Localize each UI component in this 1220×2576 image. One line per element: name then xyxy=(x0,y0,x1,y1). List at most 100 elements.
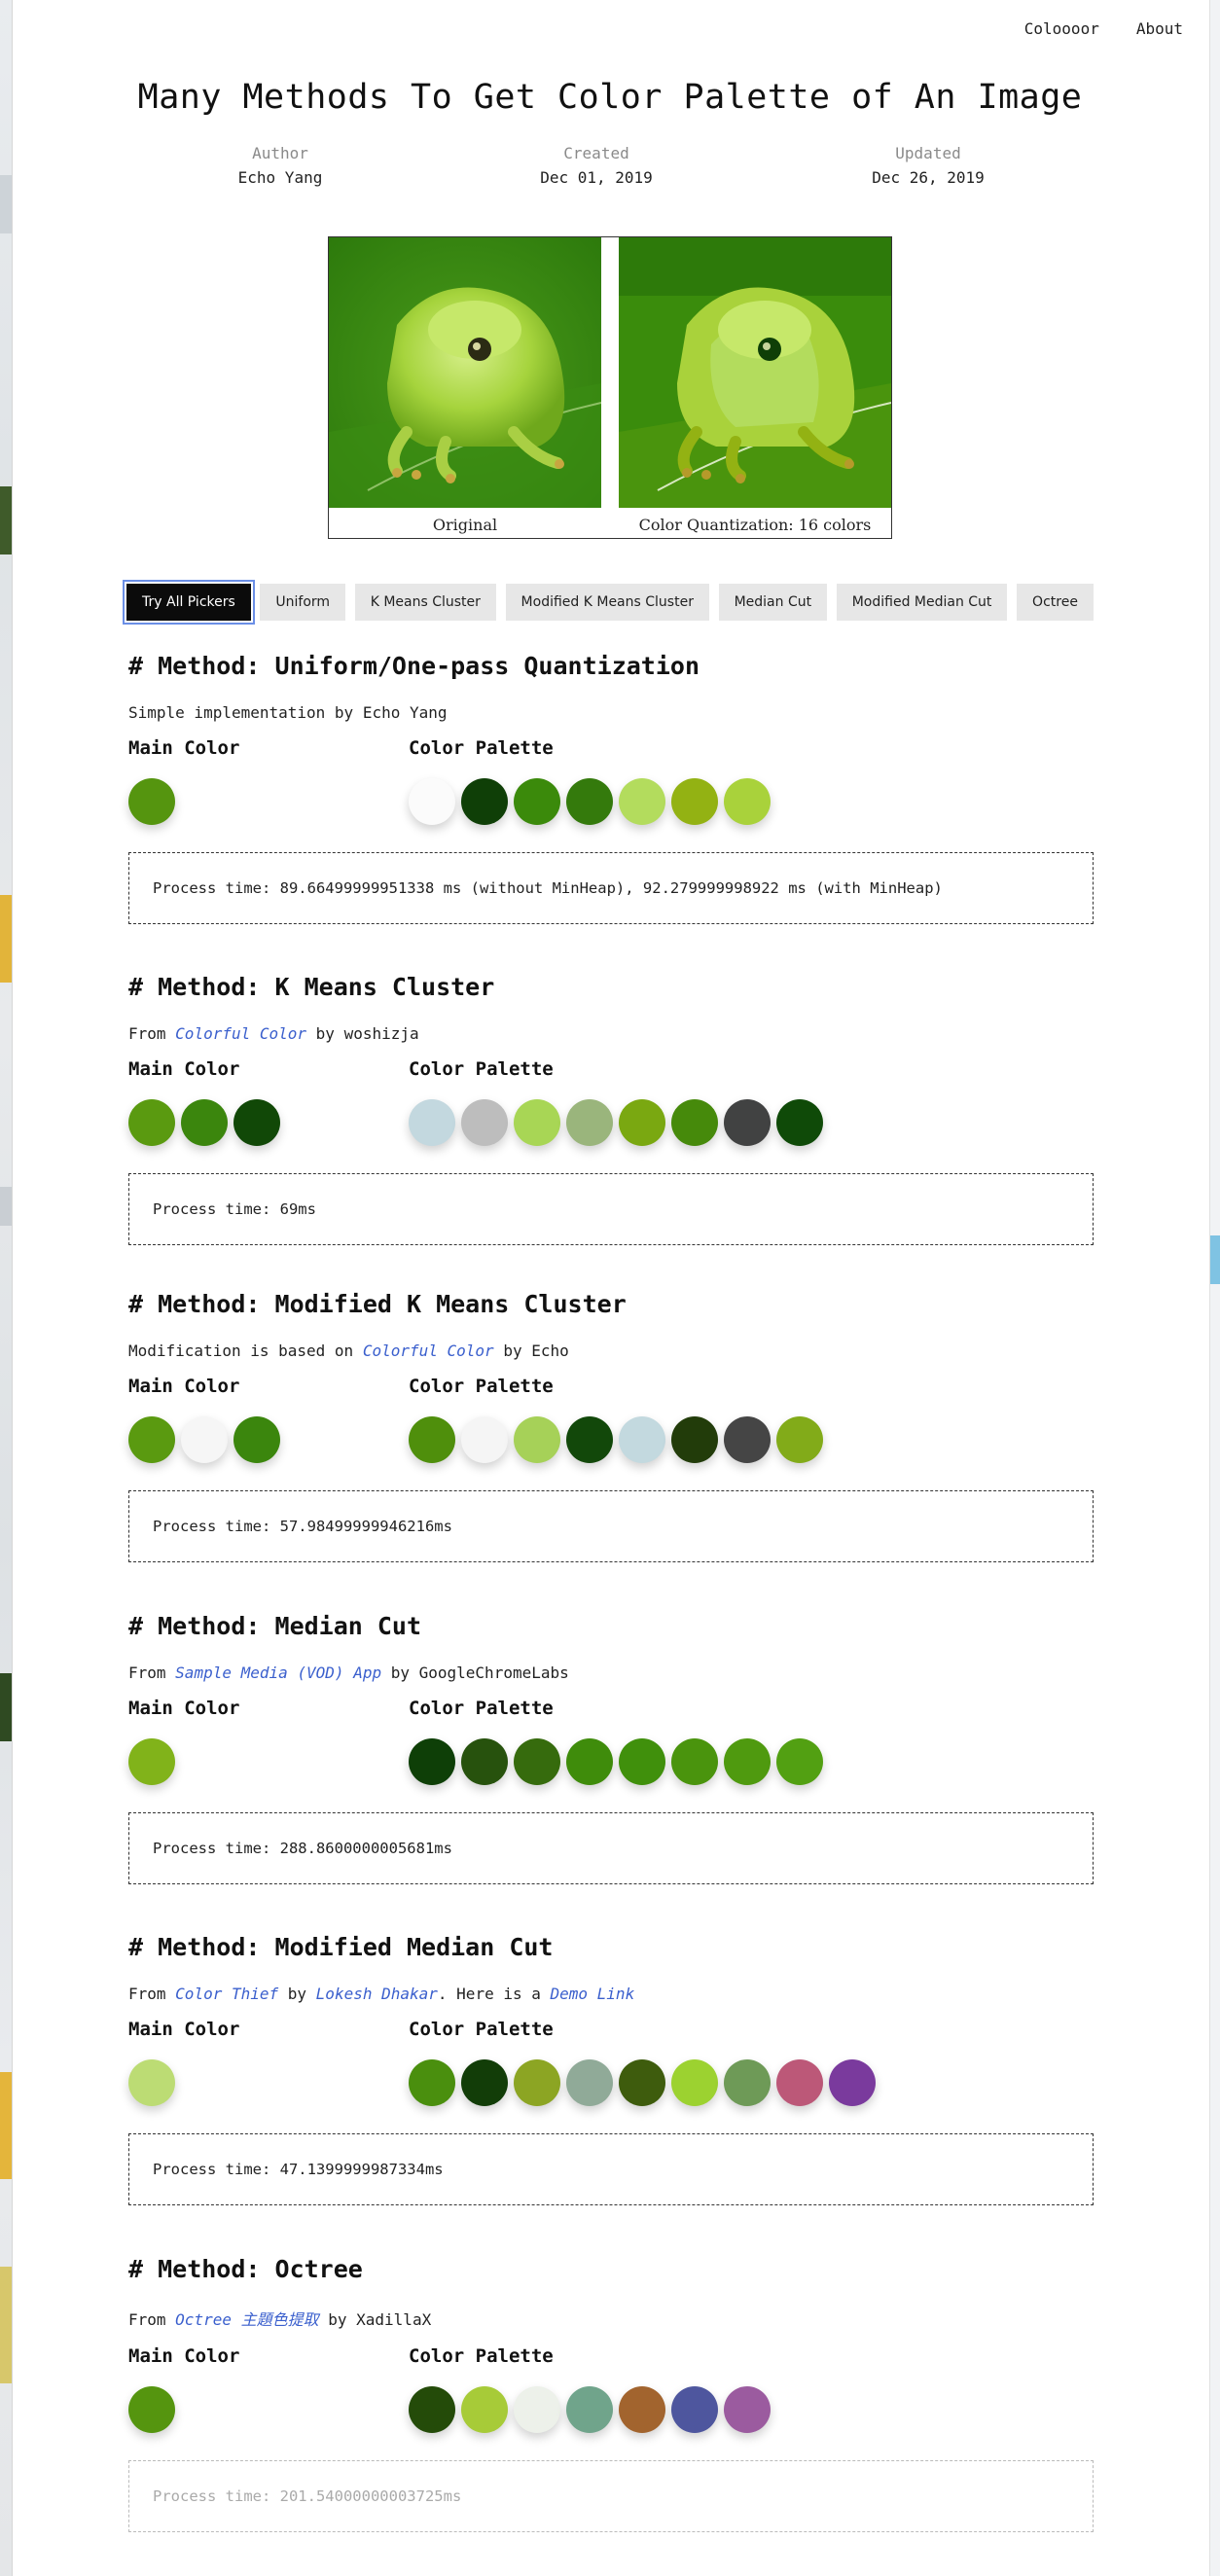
palette-color-swatch[interactable] xyxy=(461,2386,508,2433)
palette-color-swatch[interactable] xyxy=(829,2059,876,2106)
meta-value: Dec 01, 2019 xyxy=(540,168,653,187)
method-source-link[interactable]: Color Thief xyxy=(175,1985,278,2003)
method-source-link[interactable]: Demo Link xyxy=(551,1985,635,2003)
caption-quantized: Color Quantization: 16 colors xyxy=(638,516,872,534)
palette-color-swatch[interactable] xyxy=(566,2059,613,2106)
nav-link-about[interactable]: About xyxy=(1136,19,1183,38)
original-frog-image xyxy=(329,237,601,508)
palette-color-swatch[interactable] xyxy=(514,1738,560,1785)
color-swatches xyxy=(128,1099,1094,1152)
main-color-label: Main Color xyxy=(128,2019,240,2040)
palette-color-swatch[interactable] xyxy=(514,2386,560,2433)
tab-uniform[interactable]: Uniform xyxy=(260,584,346,621)
method-source-link[interactable]: Colorful Color xyxy=(363,1342,494,1360)
main-color-swatch[interactable] xyxy=(233,1099,280,1146)
palette-color-swatch[interactable] xyxy=(671,2059,718,2106)
meta-label: Author xyxy=(252,144,308,162)
color-labels: Main Color Color Palette xyxy=(128,1698,1094,1721)
palette-color-swatch[interactable] xyxy=(724,1416,771,1463)
method-description-text: . Here is a xyxy=(437,1985,551,2003)
palette-color-swatch[interactable] xyxy=(566,778,613,825)
main-color-swatch[interactable] xyxy=(181,1416,228,1463)
main-color-swatch[interactable] xyxy=(128,778,175,825)
main-color-swatch[interactable] xyxy=(128,1416,175,1463)
palette-color-swatch[interactable] xyxy=(566,1738,613,1785)
method-description-text: From xyxy=(128,2310,176,2329)
method-section: # Method: Uniform/One-pass Quantization S… xyxy=(128,652,1094,924)
palette-color-swatch[interactable] xyxy=(514,778,560,825)
palette-color-swatch[interactable] xyxy=(619,2059,665,2106)
main-color-swatch[interactable] xyxy=(128,1738,175,1785)
method-title: # Method: Modified K Means Cluster xyxy=(128,1290,627,1318)
palette-color-swatch[interactable] xyxy=(409,778,455,825)
method-title: # Method: Median Cut xyxy=(128,1612,422,1640)
palette-color-swatch[interactable] xyxy=(566,2386,613,2433)
palette-color-swatch[interactable] xyxy=(461,1099,508,1146)
palette-color-swatch[interactable] xyxy=(724,778,771,825)
palette-color-swatch[interactable] xyxy=(514,2059,560,2106)
palette-color-swatch[interactable] xyxy=(776,1416,823,1463)
palette-color-swatch[interactable] xyxy=(619,1416,665,1463)
tab-modified-median-cut[interactable]: Modified Median Cut xyxy=(836,584,1008,621)
tab-median-cut[interactable]: Median Cut xyxy=(718,584,828,621)
process-time-box: Process time: 57.98499999946216ms xyxy=(128,1490,1094,1562)
palette-color-swatch[interactable] xyxy=(619,1099,665,1146)
main-color-swatch[interactable] xyxy=(128,2386,175,2433)
tab-modified-k-means-cluster[interactable]: Modified K Means Cluster xyxy=(505,584,709,621)
main-color-swatch[interactable] xyxy=(181,1099,228,1146)
palette-color-swatch[interactable] xyxy=(671,1738,718,1785)
method-source-link[interactable]: Octree 主題色提取 xyxy=(175,2310,318,2329)
main-color-label: Main Color xyxy=(128,1376,240,1397)
palette-color-swatch[interactable] xyxy=(671,1416,718,1463)
palette-color-swatch[interactable] xyxy=(776,2059,823,2106)
palette-color-swatch[interactable] xyxy=(671,778,718,825)
color-labels: Main Color Color Palette xyxy=(128,737,1094,761)
caption-original: Original xyxy=(432,516,498,534)
palette-color-swatch[interactable] xyxy=(409,1738,455,1785)
palette-color-swatch[interactable] xyxy=(409,1416,455,1463)
method-description-text: Modification is based on xyxy=(128,1342,363,1360)
palette-color-swatch[interactable] xyxy=(461,1738,508,1785)
palette-color-swatch[interactable] xyxy=(409,1099,455,1146)
meta-author: Author Echo Yang xyxy=(173,144,387,187)
main-color-label: Main Color xyxy=(128,1058,240,1080)
palette-color-swatch[interactable] xyxy=(724,1738,771,1785)
palette-color-swatch[interactable] xyxy=(461,778,508,825)
palette-color-swatch[interactable] xyxy=(671,1099,718,1146)
meta-updated: Updated Dec 26, 2019 xyxy=(821,144,1035,187)
palette-color-swatch[interactable] xyxy=(671,2386,718,2433)
color-swatches xyxy=(128,1416,1094,1469)
tab-k-means-cluster[interactable]: K Means Cluster xyxy=(354,584,496,621)
palette-color-swatch[interactable] xyxy=(776,1099,823,1146)
palette-color-swatch[interactable] xyxy=(724,1099,771,1146)
method-title: # Method: Modified Median Cut xyxy=(128,1933,554,1961)
method-section: # Method: K Means Cluster From Colorful C… xyxy=(128,973,1094,1245)
method-source-link[interactable]: Sample Media (VOD) App xyxy=(175,1664,381,1682)
palette-color-swatch[interactable] xyxy=(461,2059,508,2106)
color-palette-label: Color Palette xyxy=(409,1058,554,1080)
palette-color-swatch[interactable] xyxy=(619,1738,665,1785)
palette-color-swatch[interactable] xyxy=(461,1416,508,1463)
color-palette-label: Color Palette xyxy=(409,1376,554,1397)
palette-color-swatch[interactable] xyxy=(724,2386,771,2433)
method-section: # Method: Median Cut From Sample Media (V… xyxy=(128,1612,1094,1884)
palette-color-swatch[interactable] xyxy=(619,2386,665,2433)
palette-color-swatch[interactable] xyxy=(776,1738,823,1785)
tab-try-all-pickers[interactable]: Try All Pickers xyxy=(123,580,255,625)
palette-color-swatch[interactable] xyxy=(514,1099,560,1146)
main-color-swatch[interactable] xyxy=(233,1416,280,1463)
tab-octree[interactable]: Octree xyxy=(1017,584,1094,621)
palette-color-swatch[interactable] xyxy=(619,778,665,825)
method-source-link[interactable]: Colorful Color xyxy=(175,1024,306,1043)
main-color-swatch[interactable] xyxy=(128,2059,175,2106)
palette-color-swatch[interactable] xyxy=(409,2059,455,2106)
palette-color-swatch[interactable] xyxy=(724,2059,771,2106)
palette-color-swatch[interactable] xyxy=(514,1416,560,1463)
palette-color-swatch[interactable] xyxy=(566,1099,613,1146)
main-color-swatch[interactable] xyxy=(128,1099,175,1146)
palette-color-swatch[interactable] xyxy=(566,1416,613,1463)
method-source-link[interactable]: Lokesh Dhakar xyxy=(316,1985,438,2003)
palette-color-swatch[interactable] xyxy=(409,2386,455,2433)
color-swatches xyxy=(128,1738,1094,1791)
nav-link-coloooor[interactable]: Coloooor xyxy=(1024,19,1099,38)
